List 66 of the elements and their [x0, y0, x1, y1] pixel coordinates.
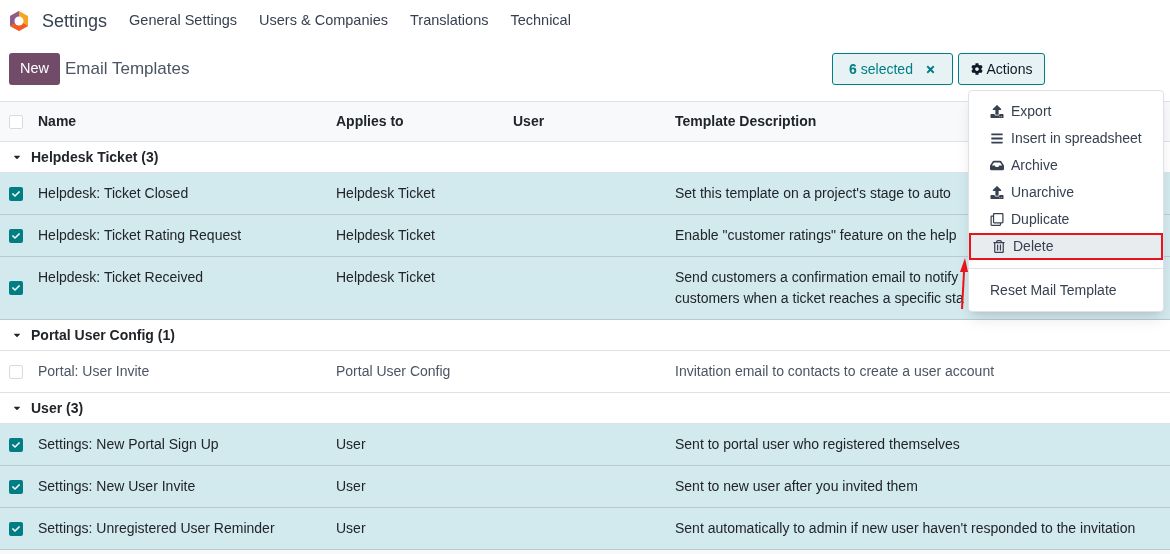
- table-cell-text: Sent automatically to admin if new user haven't responded to the invitation: [675, 519, 1136, 538]
- table-cell-text: Settings: New User Invite: [38, 477, 197, 496]
- table-row[interactable]: Settings: Unregistered User Reminder User Sent automatically to admin if new user haven't responded to the invitation: [0, 508, 1170, 550]
- check-icon: [12, 440, 20, 449]
- checkbox[interactable]: [9, 114, 23, 129]
- app-title[interactable]: Settings: [42, 7, 108, 35]
- menu-item[interactable]: Technical: [510, 10, 571, 32]
- table-cell-text: Sent to new user after you invited them: [675, 477, 918, 496]
- checkbox[interactable]: [9, 479, 23, 494]
- column-header[interactable]: Applies to: [336, 111, 513, 132]
- table-cell-text: Settings: New Portal Sign Up: [38, 435, 220, 454]
- table-cell-text: Set this template on a project's stage to auto: [675, 184, 951, 203]
- lines-icon: [990, 132, 1004, 145]
- menu-item[interactable]: General Settings: [129, 10, 238, 32]
- copy-icon: [990, 213, 1004, 226]
- menu-item[interactable]: Unarchive: [969, 179, 1163, 206]
- table-cell-text: Helpdesk Ticket: [336, 184, 436, 203]
- table-cell-text: Helpdesk: Ticket Rating Request: [38, 226, 243, 245]
- table-cell-text: User: [336, 519, 367, 538]
- check-icon: [12, 284, 20, 292]
- menu-item[interactable]: Users & Companies: [259, 10, 388, 32]
- table-cell-text: Settings: Unregistered User Reminder: [38, 519, 276, 538]
- table-row[interactable]: Settings: New Portal Sign Up User Sent to portal user who registered themselves: [0, 424, 1170, 466]
- group-label: Helpdesk Ticket (3): [31, 147, 159, 167]
- checkbox[interactable]: [9, 364, 23, 379]
- menu-item[interactable]: Reset Mail Template: [969, 277, 1163, 304]
- checkbox[interactable]: [9, 437, 23, 452]
- column-header[interactable]: Template Description: [675, 111, 817, 132]
- actions-button[interactable]: Actions: [958, 53, 1045, 85]
- check-icon: [12, 231, 20, 240]
- check-icon: [12, 482, 20, 491]
- upload-icon: [990, 105, 1004, 118]
- table-cell-text: Sent to portal user who registered themselves: [675, 435, 960, 454]
- selection-badge[interactable]: 6 selected: [832, 53, 953, 85]
- check-icon: [12, 524, 20, 533]
- upload-icon: [990, 186, 1004, 199]
- column-header[interactable]: User: [513, 111, 675, 132]
- table-cell-text: Helpdesk Ticket: [336, 268, 436, 287]
- close-icon: [925, 63, 936, 75]
- table-cell-text: Helpdesk: Ticket Closed: [38, 184, 190, 203]
- table-cell-text: Portal: User Invite: [38, 362, 151, 381]
- table-cell-text: User: [336, 435, 367, 454]
- logo-icon: [8, 10, 30, 32]
- new-button[interactable]: New: [9, 53, 60, 85]
- menu-item[interactable]: Export: [969, 98, 1163, 125]
- group-label: User (3): [31, 398, 84, 418]
- checkbox[interactable]: [9, 186, 23, 201]
- table-cell-text: Enable "customer ratings" feature on the help: [675, 226, 957, 245]
- menu-item[interactable]: Delete: [969, 233, 1163, 260]
- table-cell-text: User: [336, 477, 367, 496]
- table-cell-text: Portal User Config: [336, 362, 452, 381]
- trash-icon: [992, 240, 1006, 253]
- table-row[interactable]: Settings: New User Invite User Sent to new user after you invited them: [0, 466, 1170, 508]
- breadcrumb-title: Email Templates: [65, 58, 190, 81]
- gear-icon: [970, 63, 983, 75]
- menu-item[interactable]: Translations: [410, 10, 489, 32]
- table-cell-text: Helpdesk: Ticket Received: [38, 268, 204, 287]
- check-icon: [12, 189, 20, 198]
- table-cell-text: Invitation email to contacts to create a user account: [675, 362, 995, 381]
- group-label: Portal User Config (1): [31, 325, 175, 345]
- column-header[interactable]: Name: [38, 111, 336, 132]
- checkbox[interactable]: [9, 228, 23, 243]
- table-cell-text: Helpdesk Ticket: [336, 226, 436, 245]
- checkbox[interactable]: [9, 521, 23, 536]
- checkbox[interactable]: [9, 281, 23, 295]
- inbox-icon: [990, 159, 1004, 172]
